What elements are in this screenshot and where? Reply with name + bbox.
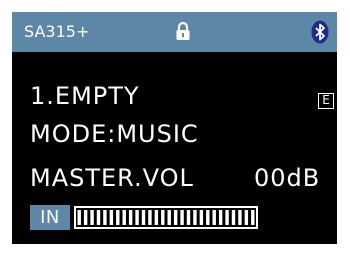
level-segment xyxy=(251,210,255,225)
level-segment xyxy=(173,210,178,225)
level-segment xyxy=(244,210,249,225)
level-segment xyxy=(109,210,114,225)
level-segment xyxy=(116,210,120,225)
level-segment xyxy=(103,210,107,225)
level-segment xyxy=(180,210,184,225)
level-segment xyxy=(161,210,165,225)
master-vol-label: MASTER.VOL xyxy=(30,164,194,192)
input-level-meter xyxy=(74,206,258,229)
level-segment xyxy=(154,210,159,225)
level-segment xyxy=(77,210,81,225)
level-segment xyxy=(238,210,242,225)
input-level-meter-bars xyxy=(77,210,255,225)
level-segment xyxy=(141,210,146,225)
level-segment xyxy=(199,210,204,225)
lock-icon xyxy=(175,21,191,41)
model-label: SA315+ xyxy=(24,22,90,41)
level-segment xyxy=(122,210,126,225)
status-bar: SA315+ xyxy=(12,12,337,52)
level-segment xyxy=(212,210,216,225)
level-segment xyxy=(96,210,101,225)
level-segment xyxy=(218,210,223,225)
device-screen: SA315+ 1.EMPTY E MODE:MUSIC MASTER.VOL 0… xyxy=(12,12,337,244)
level-segment xyxy=(193,210,197,225)
level-segment xyxy=(128,210,133,225)
level-segment xyxy=(206,210,210,225)
master-vol-value: 00dB xyxy=(254,164,321,192)
level-segment xyxy=(231,210,236,225)
preset-label: 1.EMPTY xyxy=(30,82,140,110)
level-segment xyxy=(225,210,229,225)
input-label: IN xyxy=(30,205,70,230)
level-segment xyxy=(186,210,191,225)
bluetooth-icon xyxy=(311,20,329,44)
level-segment xyxy=(135,210,139,225)
level-segment xyxy=(83,210,88,225)
level-segment xyxy=(90,210,94,225)
level-segment xyxy=(148,210,152,225)
mode-label: MODE:MUSIC xyxy=(30,120,199,148)
preset-badge: E xyxy=(318,93,334,109)
level-segment xyxy=(167,210,171,225)
